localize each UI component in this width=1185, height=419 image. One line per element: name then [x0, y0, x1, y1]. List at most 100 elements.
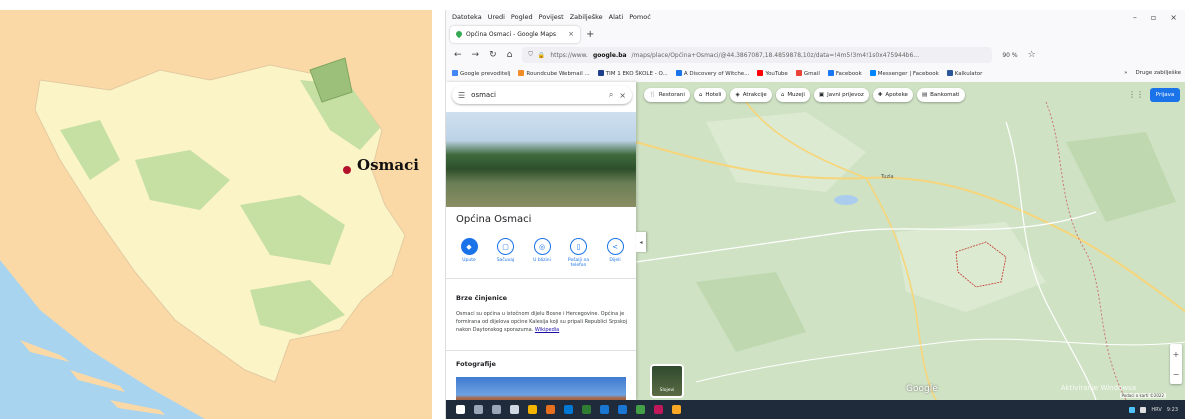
- tab-google-maps[interactable]: Općina Osmaci - Google Maps ×: [450, 25, 580, 43]
- menu-item-edit[interactable]: Uredi: [488, 13, 505, 21]
- action-button[interactable]: < Dijeli: [600, 238, 630, 269]
- bookmark-item[interactable]: A Discovery of Witche...: [675, 69, 750, 77]
- zoom-out-button[interactable]: −: [1173, 370, 1180, 379]
- taskbar-app-icon[interactable]: [672, 405, 681, 414]
- bookmarks-toolbar: Google prevoditelj Roundcube Webmail ... T…: [446, 66, 1185, 80]
- bookmark-favicon-icon: [452, 69, 458, 76]
- chip-icon: ⌂: [780, 92, 785, 98]
- layers-button[interactable]: Slojevi: [650, 364, 684, 398]
- bookmark-item[interactable]: YouTube: [757, 69, 788, 77]
- place-photo[interactable]: [446, 112, 636, 207]
- category-chip[interactable]: ◈ Atrakcije: [730, 88, 772, 102]
- star-icon[interactable]: ☆: [1028, 50, 1036, 60]
- volume-icon[interactable]: [1140, 406, 1147, 413]
- menu-bar: Datoteka Uredi Pogled Povijest Zabilješk…: [446, 10, 1185, 24]
- forward-icon[interactable]: →: [472, 50, 480, 60]
- bookmark-favicon-icon: [795, 69, 802, 76]
- system-tray: HRV 9:23: [1129, 406, 1185, 413]
- taskbar-app-icon[interactable]: [546, 405, 555, 414]
- menu-item-tools[interactable]: Alati: [609, 13, 624, 21]
- bookmark-item[interactable]: Facebook: [827, 69, 862, 77]
- minimize-icon[interactable]: –: [1133, 13, 1137, 22]
- close-window-icon[interactable]: ×: [1170, 13, 1177, 22]
- taskbar-app-icon[interactable]: [492, 405, 501, 414]
- chip-label: Hoteli: [705, 92, 722, 98]
- bookmark-item[interactable]: Google prevoditelj: [452, 69, 511, 77]
- category-chip[interactable]: 🍴 Restorani: [644, 88, 690, 102]
- google-maps-view: Tuzla Google Aktiviranje Windowsa Podaci…: [446, 82, 1185, 400]
- maximize-icon[interactable]: ▫: [1151, 13, 1156, 22]
- taskbar-app-icon[interactable]: [618, 405, 627, 414]
- category-chip[interactable]: ⌂ Hoteli: [693, 88, 727, 102]
- wikipedia-link[interactable]: Wikipedia: [535, 327, 559, 333]
- tab-close-icon[interactable]: ×: [568, 30, 574, 38]
- bookmark-favicon-icon: [869, 69, 876, 76]
- menu-item-help[interactable]: Pomoć: [629, 13, 651, 21]
- menu-item-history[interactable]: Povijest: [539, 13, 564, 21]
- bookmark-item[interactable]: Kalkulator: [946, 69, 983, 77]
- zoom-in-button[interactable]: +: [1173, 350, 1180, 359]
- bookmark-label: A Discovery of Witche...: [683, 70, 750, 77]
- language-indicator[interactable]: HRV: [1151, 407, 1161, 413]
- bookmark-label: YouTube: [765, 70, 788, 77]
- category-chip[interactable]: ▣ Javni prijevoz: [813, 88, 869, 102]
- taskbar-app-icon[interactable]: [510, 405, 519, 414]
- place-panel: ☰ osmaci ⌕ × Općina Osmaci ◆ Upute ▢ Sačuva…: [446, 82, 636, 400]
- action-button[interactable]: ▢ Sačuvaj: [491, 238, 521, 269]
- category-chips: 🍴 Restorani ⌂ Hoteli ◈ Atrakcije ⌂ Muzeji ▣ Javni…: [644, 88, 965, 102]
- taskbar-app-icon[interactable]: [582, 405, 591, 414]
- bookmarks-overflow-icon[interactable]: »: [1124, 70, 1127, 76]
- new-tab-button[interactable]: +: [586, 29, 594, 40]
- taskbar-app-icon[interactable]: [564, 405, 573, 414]
- divider: [446, 278, 636, 279]
- category-chip[interactable]: ▤ Bankomati: [916, 88, 965, 102]
- taskbar-app-icon[interactable]: [456, 405, 465, 414]
- action-icon: <: [606, 238, 624, 255]
- close-icon[interactable]: ×: [619, 91, 626, 100]
- menu-item-bookmarks[interactable]: Zabilješke: [570, 13, 603, 21]
- photos-thumbnail[interactable]: [456, 377, 626, 400]
- bookmark-favicon-icon: [675, 69, 682, 76]
- bookmark-item[interactable]: Gmail: [795, 69, 820, 77]
- action-icon: ▢: [497, 238, 514, 255]
- bookmark-label: Roundcube Webmail ...: [526, 70, 590, 77]
- zoom-level[interactable]: 90 %: [1002, 52, 1017, 59]
- action-button[interactable]: ◎ U blizini: [527, 238, 557, 269]
- back-icon[interactable]: ←: [454, 50, 462, 60]
- chip-label: Apoteke: [885, 92, 908, 98]
- search-box[interactable]: ☰ osmaci ⌕ ×: [452, 86, 632, 104]
- reload-icon[interactable]: ↻: [489, 50, 497, 60]
- taskbar-app-icon[interactable]: [474, 405, 483, 414]
- category-chip[interactable]: ✚ Apoteke: [872, 88, 913, 102]
- taskbar-app-icon[interactable]: [600, 405, 609, 414]
- category-chip[interactable]: ⌂ Muzeji: [775, 88, 810, 102]
- other-bookmarks[interactable]: Druge zabilješke: [1135, 70, 1185, 76]
- apps-grid-icon[interactable]: ⋮⋮: [1128, 90, 1144, 99]
- taskbar-app-icon[interactable]: [636, 405, 645, 414]
- bookmark-item[interactable]: Messenger | Facebook: [869, 69, 939, 77]
- taskbar-app-icon[interactable]: [654, 405, 663, 414]
- bookmark-label: Google prevoditelj: [460, 70, 511, 77]
- maps-pin-icon: [454, 29, 464, 39]
- menu-item-file[interactable]: Datoteka: [452, 13, 482, 21]
- menu-icon[interactable]: ☰: [458, 91, 465, 100]
- home-icon[interactable]: ⌂: [507, 50, 513, 60]
- bookmark-item[interactable]: Roundcube Webmail ...: [518, 69, 590, 77]
- network-icon[interactable]: [1129, 406, 1136, 413]
- chip-label: Restorani: [658, 92, 685, 98]
- clock[interactable]: 9:23: [1167, 407, 1178, 413]
- collapse-panel-button[interactable]: ◂: [636, 232, 646, 252]
- bookmark-label: Kalkulator: [954, 70, 983, 77]
- search-input[interactable]: osmaci: [471, 91, 496, 99]
- bookmark-item[interactable]: TIM 1 EKO ŠKOLE - O...: [597, 69, 668, 77]
- sign-in-button[interactable]: Prijava: [1150, 88, 1180, 102]
- url-bar[interactable]: ⛉ 🔒 https://www. google.ba/maps/place/Opć…: [522, 47, 993, 63]
- action-button[interactable]: ◆ Upute: [454, 238, 484, 269]
- menu-item-view[interactable]: Pogled: [511, 13, 533, 21]
- search-icon[interactable]: ⌕: [609, 90, 613, 100]
- map-attribution[interactable]: Podaci o karti ©2022: [1119, 393, 1166, 398]
- taskbar-app-icon[interactable]: [528, 405, 537, 414]
- navigation-bar: ← → ↻ ⌂ ⛉ 🔒 https://www. google.ba/maps/p…: [446, 44, 1185, 66]
- chip-icon: ▣: [818, 92, 825, 98]
- action-button[interactable]: ▯ Pošalji na telefon: [564, 238, 594, 269]
